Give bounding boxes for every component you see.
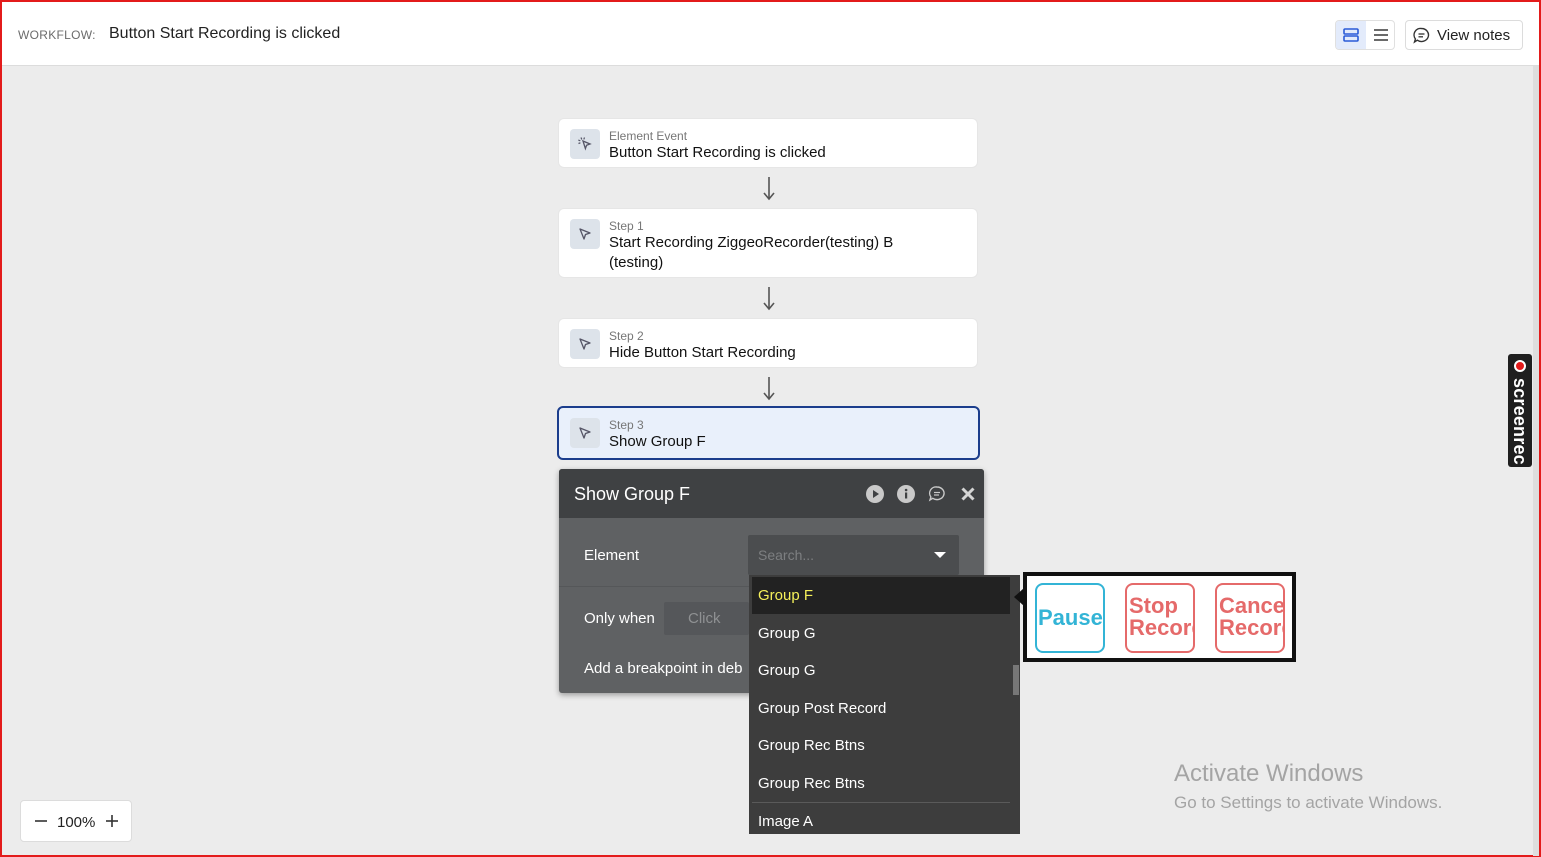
arrow-down-icon [763, 377, 775, 401]
workflow-title[interactable]: Button Start Recording is clicked [109, 25, 340, 43]
plus-icon [106, 815, 118, 827]
step-name: Start Recording ZiggeoRecorder(testing) … [609, 234, 894, 271]
arrow-down-icon [763, 177, 775, 201]
dropdown-option[interactable]: Group G [752, 615, 1010, 652]
workflow-label: WORKFLOW: [18, 28, 96, 42]
action-icon-box [570, 329, 600, 359]
step-name: Button Start Recording is clicked [609, 144, 826, 161]
element-dropdown-list: Group F Group G Group G Group Post Recor… [749, 575, 1020, 834]
event-icon-box [570, 129, 600, 159]
activate-windows-title: Activate Windows [1174, 760, 1364, 787]
breakpoint-label: Add a breakpoint in deb [584, 660, 743, 677]
dropdown-option[interactable]: Group Rec Btns [752, 727, 1010, 764]
record-dot-icon [1514, 360, 1526, 372]
view-notes-button[interactable]: View notes [1405, 20, 1523, 50]
activate-windows-subtitle: Go to Settings to activate Windows. [1174, 793, 1443, 812]
element-search-input[interactable]: Search... [748, 535, 959, 575]
list-icon [1374, 29, 1388, 41]
view-toggle [1335, 20, 1395, 50]
zoom-in-button[interactable] [102, 811, 122, 831]
canvas-scrollbar[interactable] [1533, 66, 1539, 856]
step-kind: Step 1 [609, 219, 644, 233]
workflow-header: WORKFLOW: Button Start Recording is clic… [2, 2, 1539, 66]
info-icon [897, 485, 915, 503]
step-2-card[interactable]: Step 2 Hide Button Start Recording [558, 318, 978, 368]
preview-pause-button: Pause/R [1035, 583, 1105, 653]
panel-header: Show Group F [559, 469, 984, 518]
step-kind: Element Event [609, 129, 688, 143]
only-when-label: Only when [584, 610, 655, 627]
step-kind: Step 3 [609, 418, 644, 432]
step-3-card[interactable]: Step 3 Show Group F [557, 406, 980, 460]
play-icon [866, 485, 884, 503]
close-icon [961, 487, 975, 501]
screenrec-tab[interactable]: screenrec [1508, 354, 1532, 467]
dropdown-option[interactable]: Group Rec Btns [752, 765, 1010, 802]
dropdown-scrollbar[interactable] [1013, 665, 1019, 695]
add-note-button[interactable] [927, 484, 947, 504]
chevron-down-icon [934, 552, 946, 558]
cursor-click-icon [578, 137, 592, 151]
search-placeholder: Search... [758, 547, 815, 563]
dropdown-option[interactable]: Image A [752, 803, 1010, 834]
dropdown-option[interactable]: Group Post Record [752, 690, 1010, 727]
action-icon-box [570, 418, 600, 448]
close-panel-button[interactable] [958, 484, 978, 504]
step-kind: Step 2 [609, 329, 644, 343]
event-card[interactable]: Element Event Button Start Recording is … [558, 118, 978, 168]
pointer-icon [579, 338, 591, 350]
only-when-condition-field[interactable]: Click [664, 602, 749, 635]
stacked-layout-icon [1343, 28, 1359, 42]
step-name: Hide Button Start Recording [609, 344, 796, 361]
minus-icon [35, 820, 47, 822]
info-button[interactable] [896, 484, 916, 504]
screenrec-label: screenrec [1510, 378, 1530, 465]
step-1-card[interactable]: Step 1 Start Recording ZiggeoRecorder(te… [558, 208, 978, 278]
action-icon-box [570, 219, 600, 249]
arrow-down-icon [763, 287, 775, 311]
dropdown-option[interactable]: Group F [752, 577, 1010, 614]
dropdown-option[interactable]: Group G [752, 652, 1010, 689]
zoom-out-button[interactable] [31, 811, 51, 831]
step-name: Show Group F [609, 433, 706, 450]
panel-title: Show Group F [574, 484, 691, 504]
element-preview: Pause/R Stop Recordi Cance Record [1023, 572, 1296, 662]
layout-list-toggle[interactable] [1366, 21, 1396, 49]
condition-placeholder: Click [688, 610, 721, 627]
run-action-button[interactable] [865, 484, 885, 504]
view-notes-label: View notes [1437, 26, 1511, 44]
comment-icon [1413, 27, 1430, 44]
zoom-control: 100% [20, 800, 132, 842]
pointer-icon [579, 228, 591, 240]
element-label: Element [584, 547, 640, 564]
preview-stop-button: Stop Recordi [1125, 583, 1195, 653]
comment-icon [928, 486, 945, 502]
zoom-level: 100% [57, 814, 96, 831]
pointer-icon [579, 427, 591, 439]
preview-cancel-button: Cance Record [1215, 583, 1285, 653]
layout-stacked-toggle[interactable] [1336, 21, 1366, 49]
